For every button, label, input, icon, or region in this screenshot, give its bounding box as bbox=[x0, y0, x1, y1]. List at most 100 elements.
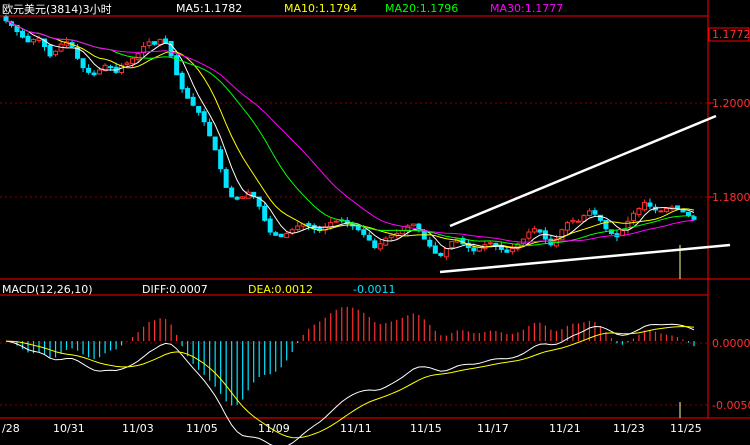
candle-body bbox=[267, 218, 273, 233]
date-label-0: /28 bbox=[2, 422, 20, 435]
candle-body bbox=[234, 196, 240, 200]
candle-body bbox=[20, 30, 26, 38]
candle-body bbox=[218, 149, 224, 170]
macd-histogram bbox=[10, 306, 695, 406]
candle-body bbox=[630, 212, 636, 222]
candle-body bbox=[663, 208, 669, 212]
candle-body bbox=[504, 249, 510, 253]
candle-body bbox=[201, 111, 207, 123]
candle-body bbox=[124, 62, 130, 65]
candle-body bbox=[641, 201, 647, 211]
date-label-7: 11/17 bbox=[477, 422, 509, 435]
candle-body bbox=[377, 243, 383, 250]
candle-body bbox=[449, 240, 455, 248]
date-label-2: 11/03 bbox=[122, 422, 154, 435]
candle-body bbox=[658, 210, 664, 213]
candle-body bbox=[526, 231, 532, 239]
macd-dea-label: DEA:0.0012 bbox=[248, 283, 313, 296]
ma30-line bbox=[5, 20, 695, 243]
candle-body bbox=[537, 229, 543, 233]
candle-body bbox=[520, 238, 526, 245]
date-label-4: 11/09 bbox=[258, 422, 290, 435]
candle-body bbox=[586, 210, 592, 217]
ma5-label: MA5:1.1782 bbox=[176, 2, 243, 15]
candlestick-series bbox=[3, 14, 697, 261]
candle-body bbox=[647, 202, 653, 207]
macd-tick-label-0: 0.0000 bbox=[712, 337, 750, 350]
candle-body bbox=[570, 219, 576, 223]
candle-body bbox=[361, 229, 367, 235]
date-label-3: 11/05 bbox=[186, 422, 218, 435]
candle-body bbox=[388, 234, 394, 239]
candle-body bbox=[592, 210, 598, 215]
macd-title: MACD(12,26,10) bbox=[2, 283, 93, 296]
candle-body bbox=[130, 57, 136, 65]
candle-body bbox=[163, 38, 169, 44]
candle-body bbox=[31, 38, 37, 43]
candle-body bbox=[207, 121, 213, 137]
candle-body bbox=[229, 187, 235, 198]
candle-body bbox=[476, 247, 482, 252]
candle-body bbox=[108, 66, 114, 69]
price-tick-label-0: 1.2000 bbox=[712, 97, 750, 110]
candle-body bbox=[691, 216, 697, 220]
candle-body bbox=[366, 234, 372, 241]
candle-body bbox=[333, 220, 339, 223]
candle-body bbox=[443, 247, 449, 258]
candle-body bbox=[548, 238, 554, 246]
candle-body bbox=[223, 169, 229, 188]
candle-body bbox=[146, 41, 152, 47]
candle-body bbox=[168, 40, 174, 57]
candle-body bbox=[410, 223, 416, 227]
candle-body bbox=[471, 247, 477, 252]
candle-body bbox=[53, 50, 59, 56]
candle-body bbox=[487, 242, 493, 245]
candle-body bbox=[383, 237, 389, 246]
candle-body bbox=[284, 232, 290, 239]
date-label-6: 11/15 bbox=[410, 422, 442, 435]
candle-body bbox=[438, 252, 444, 257]
candle-body bbox=[190, 96, 196, 106]
candle-body bbox=[240, 196, 246, 199]
candle-body bbox=[509, 247, 515, 253]
candle-body bbox=[185, 88, 191, 99]
trendline-annotations bbox=[439, 114, 731, 418]
candle-body bbox=[531, 228, 537, 233]
candle-body bbox=[262, 205, 268, 221]
candle-body bbox=[685, 211, 691, 217]
date-label-10: 11/25 bbox=[670, 422, 702, 435]
candle-body bbox=[157, 38, 163, 46]
candle-body bbox=[47, 44, 53, 57]
date-label-8: 11/21 bbox=[549, 422, 581, 435]
candle-body bbox=[80, 58, 86, 69]
candle-body bbox=[575, 220, 581, 223]
candle-body bbox=[212, 136, 218, 151]
candle-body bbox=[273, 232, 279, 236]
ma30-label: MA30:1.1777 bbox=[490, 2, 564, 15]
candle-body bbox=[427, 239, 433, 247]
macd-value-label: -0.0011 bbox=[353, 283, 396, 296]
candle-body bbox=[372, 240, 378, 249]
candle-body bbox=[3, 16, 9, 22]
candle-body bbox=[564, 222, 570, 231]
candle-body bbox=[306, 223, 312, 227]
candle-body bbox=[328, 222, 334, 228]
candle-body bbox=[432, 245, 438, 254]
forex-chart[interactable] bbox=[0, 0, 750, 445]
date-label-5: 11/11 bbox=[340, 422, 372, 435]
date-label-1: 10/31 bbox=[53, 422, 85, 435]
candle-body bbox=[278, 233, 284, 238]
candle-body bbox=[295, 225, 301, 231]
current-price-label: 1.1772 bbox=[712, 28, 750, 41]
candle-body bbox=[91, 72, 97, 76]
trendline-upper bbox=[449, 114, 717, 228]
ma10-label: MA10:1.1794 bbox=[284, 2, 358, 15]
ma20-label: MA20:1.1796 bbox=[385, 2, 459, 15]
candle-body bbox=[25, 35, 31, 43]
symbol-title: 欧元美元(3814)3小时 bbox=[2, 3, 112, 16]
candle-body bbox=[179, 72, 185, 90]
macd-diff-label: DIFF:0.0007 bbox=[142, 283, 208, 296]
candle-body bbox=[636, 208, 642, 216]
candle-body bbox=[135, 53, 141, 60]
candle-body bbox=[97, 69, 103, 75]
